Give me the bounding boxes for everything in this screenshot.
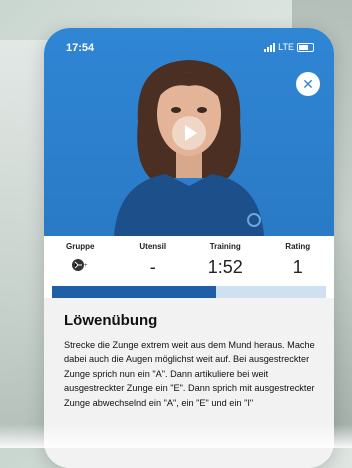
exercise-stats: Gruppe + Utensil - Training 1:52 Rating … — [44, 238, 334, 284]
exercise-video[interactable]: 17:54 LTE ✕ — [44, 28, 334, 236]
stat-gruppe: Gruppe + — [44, 238, 117, 284]
stat-value: 1:52 — [207, 257, 243, 277]
stat-rating: Rating 1 — [262, 238, 335, 284]
stat-utensil: Utensil - — [117, 238, 190, 284]
progress-fill — [52, 286, 217, 298]
exercise-title: Löwenübung — [64, 312, 158, 329]
exercise-description: Strecke die Zunge extrem weit aus dem Mu… — [64, 340, 315, 408]
stat-value: 1 — [292, 257, 303, 277]
play-icon[interactable] — [172, 116, 206, 150]
network-label: LTE — [278, 42, 294, 52]
bottom-fade — [0, 424, 352, 448]
close-icon[interactable]: ✕ — [296, 72, 320, 96]
stat-training: Training 1:52 — [189, 238, 262, 284]
svg-text:+: + — [84, 263, 88, 269]
stat-value: - — [149, 257, 156, 277]
training-progress-bar — [52, 286, 326, 298]
stat-label: Gruppe — [66, 242, 95, 251]
phone-screen: 17:54 LTE ✕ Gruppe + Utensil - Training … — [44, 28, 334, 468]
stat-label: Rating — [285, 242, 311, 251]
status-indicators: LTE — [264, 42, 314, 52]
group-icon: + — [72, 258, 88, 277]
status-time: 17:54 — [66, 42, 95, 54]
battery-icon — [297, 42, 314, 52]
signal-icon — [264, 42, 276, 52]
stat-label: Training — [209, 242, 241, 251]
stat-label: Utensil — [139, 242, 167, 251]
